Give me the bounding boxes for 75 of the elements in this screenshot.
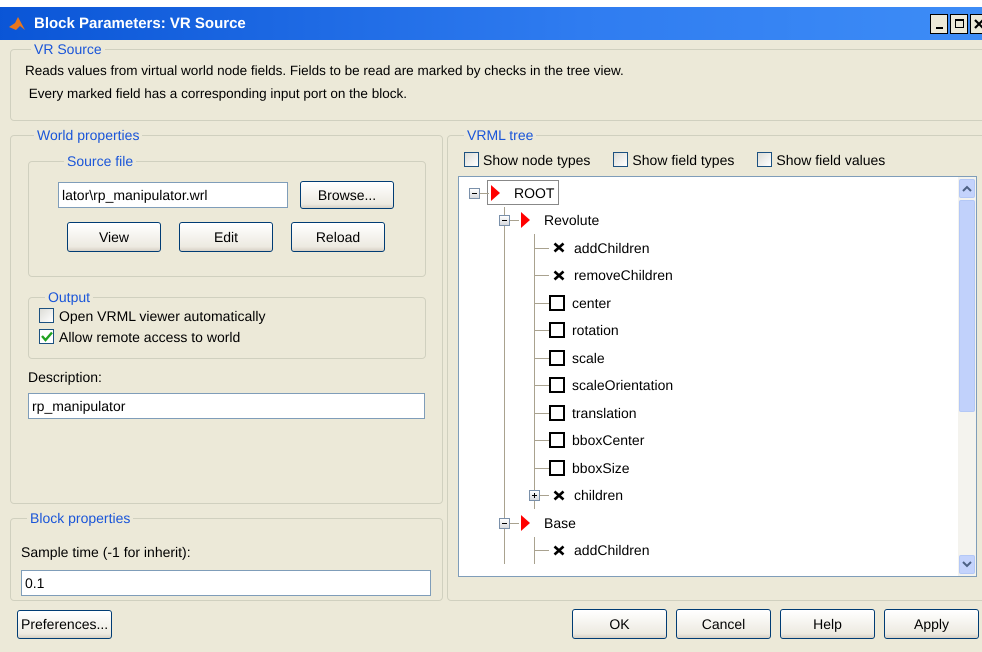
cross-icon [553,270,565,281]
cross-icon [553,490,565,501]
close-icon [974,18,982,28]
checkbox[interactable] [39,329,54,344]
expander-icon[interactable] [529,490,540,502]
scroll-up-button[interactable] [959,179,975,198]
expander-icon[interactable] [499,518,510,529]
field-checkbox[interactable] [549,460,565,476]
group-title: World properties [36,127,140,143]
window-title: Block Parameters: VR Source [34,15,247,32]
node-triangle-icon [521,514,530,531]
dialog-button[interactable]: Cancel [676,609,771,639]
maximize-button[interactable] [950,14,968,34]
tree-item[interactable]: removeChildren [549,262,678,288]
logo-icon [8,16,26,32]
field-checkbox[interactable] [549,404,565,421]
checkbox[interactable] [613,152,628,167]
action-button[interactable]: View [67,222,161,252]
tree-item[interactable]: scale [549,345,610,370]
node-triangle-icon [521,212,530,228]
group-title: Source file [66,153,134,169]
dialog-button[interactable]: Help [780,609,875,639]
field-checkbox[interactable] [549,377,565,394]
tree-item[interactable]: bboxSize [549,455,635,480]
cross-icon [553,242,565,254]
group-title: VR Source [33,41,103,57]
checkbox-label: Show field types [632,152,734,168]
scroll-down-button[interactable] [959,555,975,574]
checkbox-label: Show field values [776,152,886,168]
checkbox[interactable] [39,308,54,323]
scrollbar[interactable] [958,177,976,576]
tree-item[interactable]: Base [517,510,581,536]
node-triangle-icon [491,184,500,201]
field-label: Sample time (-1 for inherit): [21,544,192,562]
field-checkbox[interactable] [549,322,565,338]
browse-button[interactable]: Browse... [300,181,394,209]
tree-item[interactable]: rotation [549,318,624,343]
expander-icon[interactable] [469,188,480,199]
checkbox-label: Allow remote access to world [59,328,240,344]
group-title: Output [47,289,92,305]
preferences-button[interactable]: Preferences... [17,610,112,638]
field-checkbox[interactable] [549,432,565,448]
file-path-field[interactable]: lator\rp_manipulator.wrl [58,182,288,208]
expander-icon[interactable] [499,215,510,226]
field-checkbox[interactable] [549,294,565,311]
action-button[interactable]: Edit [179,222,273,252]
field-label: Description: [28,369,103,387]
chevron-up-icon [962,185,972,192]
tree-item[interactable]: bboxCenter [549,428,650,453]
tree-item[interactable]: addChildren [549,538,654,563]
tree-item[interactable]: addChildren [549,235,654,260]
dialog-button[interactable]: Apply [884,609,979,639]
group-title: Block properties [29,510,132,526]
chevron-down-icon [962,561,972,568]
checkbox-label: Show node types [483,152,590,168]
sample-time-field[interactable]: 0.1 [21,570,431,596]
tree-item[interactable]: center [549,290,616,316]
action-button[interactable]: Reload [291,222,385,252]
minimize-button[interactable] [930,14,948,34]
tree-item[interactable]: scaleOrientation [549,372,678,398]
checkbox-label: Open VRML viewer automatically [59,308,266,324]
checkbox[interactable] [757,152,772,167]
field-checkbox[interactable] [549,350,565,366]
group-title: VRML tree [466,127,534,143]
description-text: Every marked field has a corresponding input port on the block. [28,85,408,103]
description-text: Reads values from virtual world node fields. Fields to be read are marked by checks in the tree view. [25,62,625,80]
tree-item[interactable]: Revolute [517,208,604,233]
description-field[interactable]: rp_manipulator [28,393,425,419]
dialog-button[interactable]: OK [572,609,667,639]
tree-item[interactable]: children [549,482,628,508]
tree-item[interactable]: ROOT [487,180,560,206]
cross-icon [553,544,565,556]
tree-item[interactable]: translation [549,400,642,426]
scroll-thumb[interactable] [959,200,975,412]
checkbox[interactable] [464,152,479,167]
